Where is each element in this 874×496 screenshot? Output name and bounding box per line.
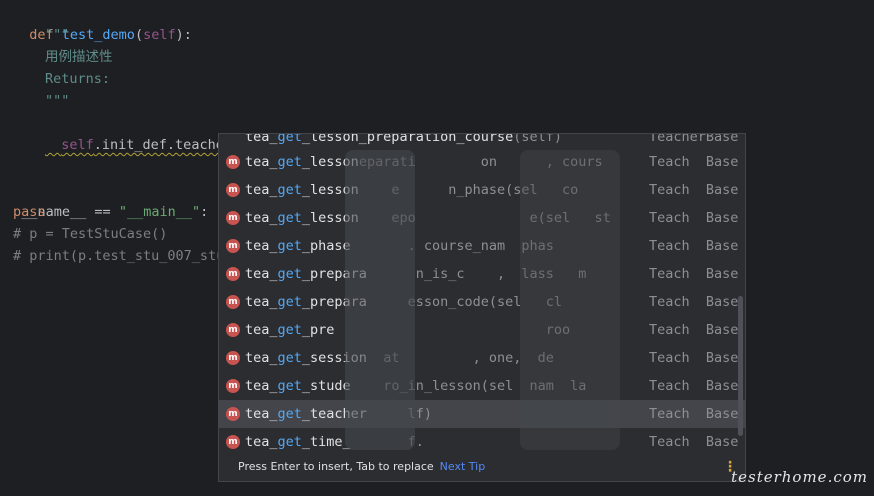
method-icon: m [226, 295, 240, 309]
completion-popup[interactable]: tea_get_lesson_preparation_course(self) … [218, 133, 746, 482]
item-class: Teach Base [649, 406, 739, 422]
method-icon: m [226, 211, 240, 225]
item-prefix: tea_ [245, 434, 278, 450]
item-class: Teach Base [649, 182, 739, 198]
blur-overlay [520, 150, 620, 450]
item-class: Teach Base [649, 378, 739, 394]
item-prefix: tea_ [245, 134, 278, 145]
completion-item[interactable]: m tea_get_phase . course_nam phas Teach Ba… [219, 232, 745, 260]
paren-open: ( [134, 27, 144, 43]
item-match: get [277, 154, 302, 170]
item-prefix: tea_ [245, 322, 278, 338]
completion-scrollbar[interactable] [738, 296, 743, 436]
operator-eq: == [86, 204, 119, 220]
completion-item[interactable]: m tea_get_prepara esson_code(sel cl Teach … [219, 288, 745, 316]
code-line-def[interactable]: def test_demo(self): [13, 2, 192, 43]
code-line-main-check[interactable]: __name__ == "__main__": [5, 179, 208, 220]
item-match: get [277, 406, 302, 422]
item-match: get [277, 238, 302, 254]
completion-item[interactable]: m tea_get_time_ f. Teach Base [219, 428, 745, 452]
docstring-description[interactable]: 用例描述性 [45, 46, 113, 68]
item-rest: _stude [301, 378, 351, 394]
item-match: get [277, 294, 302, 310]
string-main: "__main__" [118, 204, 201, 220]
item-prefix: tea_ [245, 154, 278, 170]
method-icon: m [226, 379, 240, 393]
watermark: testerhome.com [731, 468, 868, 486]
self-param: self [143, 27, 176, 43]
next-tip-link[interactable]: Next Tip [440, 460, 486, 473]
item-class: TeacherBase [649, 134, 739, 145]
colon: : [200, 204, 209, 220]
item-signature: (self) [513, 134, 563, 145]
completion-item[interactable]: tea_get_lesson_preparation_course(self) … [219, 134, 745, 144]
method-icon: m [226, 239, 240, 253]
completion-item[interactable]: m tea_get_stude ro_in_lesson(sel nam la Te… [219, 372, 745, 400]
item-rest: _lesson_preparation_course [301, 134, 514, 145]
item-match: get [277, 322, 302, 338]
item-class: Teach Base [649, 238, 739, 254]
comment-line-1[interactable]: # p = TestStuCase() [13, 223, 167, 245]
function-name: test_demo [61, 27, 135, 43]
item-class: Teach Base [649, 210, 739, 226]
completion-item[interactable]: m tea_get_lessoneparati on , cours Teach B… [219, 148, 745, 176]
item-rest: _phase [301, 238, 351, 254]
item-prefix: tea_ [245, 350, 278, 366]
completion-item[interactable]: m tea_get_session at , one, de Teach Base [219, 344, 745, 372]
comment-line-2[interactable]: # print(p.test_stu_007_stu [13, 245, 224, 267]
completion-list[interactable]: tea_get_lesson_preparation_course(self) … [219, 134, 745, 452]
item-match: get [277, 266, 302, 282]
item-match: get [277, 350, 302, 366]
method-icon: m [226, 155, 240, 169]
method-icon: m [226, 183, 240, 197]
docstring-close[interactable]: """ [45, 90, 69, 112]
item-match: get [277, 134, 302, 145]
item-class: Teach Base [649, 294, 739, 310]
method-icon: m [226, 351, 240, 365]
item-class: Teach Base [649, 434, 739, 450]
blur-overlay [345, 150, 415, 450]
item-prefix: tea_ [245, 238, 278, 254]
docstring-returns[interactable]: Returns: [45, 68, 110, 90]
completion-item[interactable]: m tea_get_lesson epo e(sel st Teach Base [219, 204, 745, 232]
item-match: get [277, 434, 302, 450]
item-match: get [277, 210, 302, 226]
method-icon: m [226, 267, 240, 281]
item-class: Teach Base [649, 154, 739, 170]
method-icon: m [226, 323, 240, 337]
item-prefix: tea_ [245, 182, 278, 198]
item-match: get [277, 378, 302, 394]
item-class: Teach Base [649, 266, 739, 282]
footer-hint: Press Enter to insert, Tab to replace Nex… [238, 452, 486, 481]
self-ref: self [61, 137, 94, 153]
item-prefix: tea_ [245, 266, 278, 282]
item-prefix: tea_ [245, 378, 278, 394]
code-line-pass[interactable]: pass [13, 201, 46, 223]
docstring-open[interactable]: """ [45, 24, 69, 46]
item-rest: _time_ [301, 434, 351, 450]
completion-item-name: tea_get_lesson_preparation_course(self) [245, 134, 562, 144]
completion-item[interactable]: m tea_get_prepara n_is_c , lass m Teach Ba… [219, 260, 745, 288]
completion-item[interactable]: m tea_get_teacher lf) Teach Base [219, 400, 745, 428]
item-prefix: tea_ [245, 294, 278, 310]
item-class: Teach Base [649, 350, 739, 366]
item-match: get [277, 182, 302, 198]
completion-item[interactable]: m tea_get_pre roo Teach Base [219, 316, 745, 344]
code-line-current[interactable]: self.init_def.teacher_pc.get [45, 112, 289, 153]
item-prefix: tea_ [245, 210, 278, 226]
item-prefix: tea_ [245, 406, 278, 422]
method-icon: m [226, 407, 240, 421]
item-rest: _pre [301, 322, 335, 338]
completion-item[interactable]: m tea_get_lesson e n_phase(sel co Teach Ba… [219, 176, 745, 204]
item-class: Teach Base [649, 322, 739, 338]
footer-hint-text: Press Enter to insert, Tab to replace [238, 460, 434, 473]
paren-close: ): [175, 27, 192, 43]
method-icon: m [226, 435, 240, 449]
completion-footer: Press Enter to insert, Tab to replace Nex… [219, 452, 745, 481]
